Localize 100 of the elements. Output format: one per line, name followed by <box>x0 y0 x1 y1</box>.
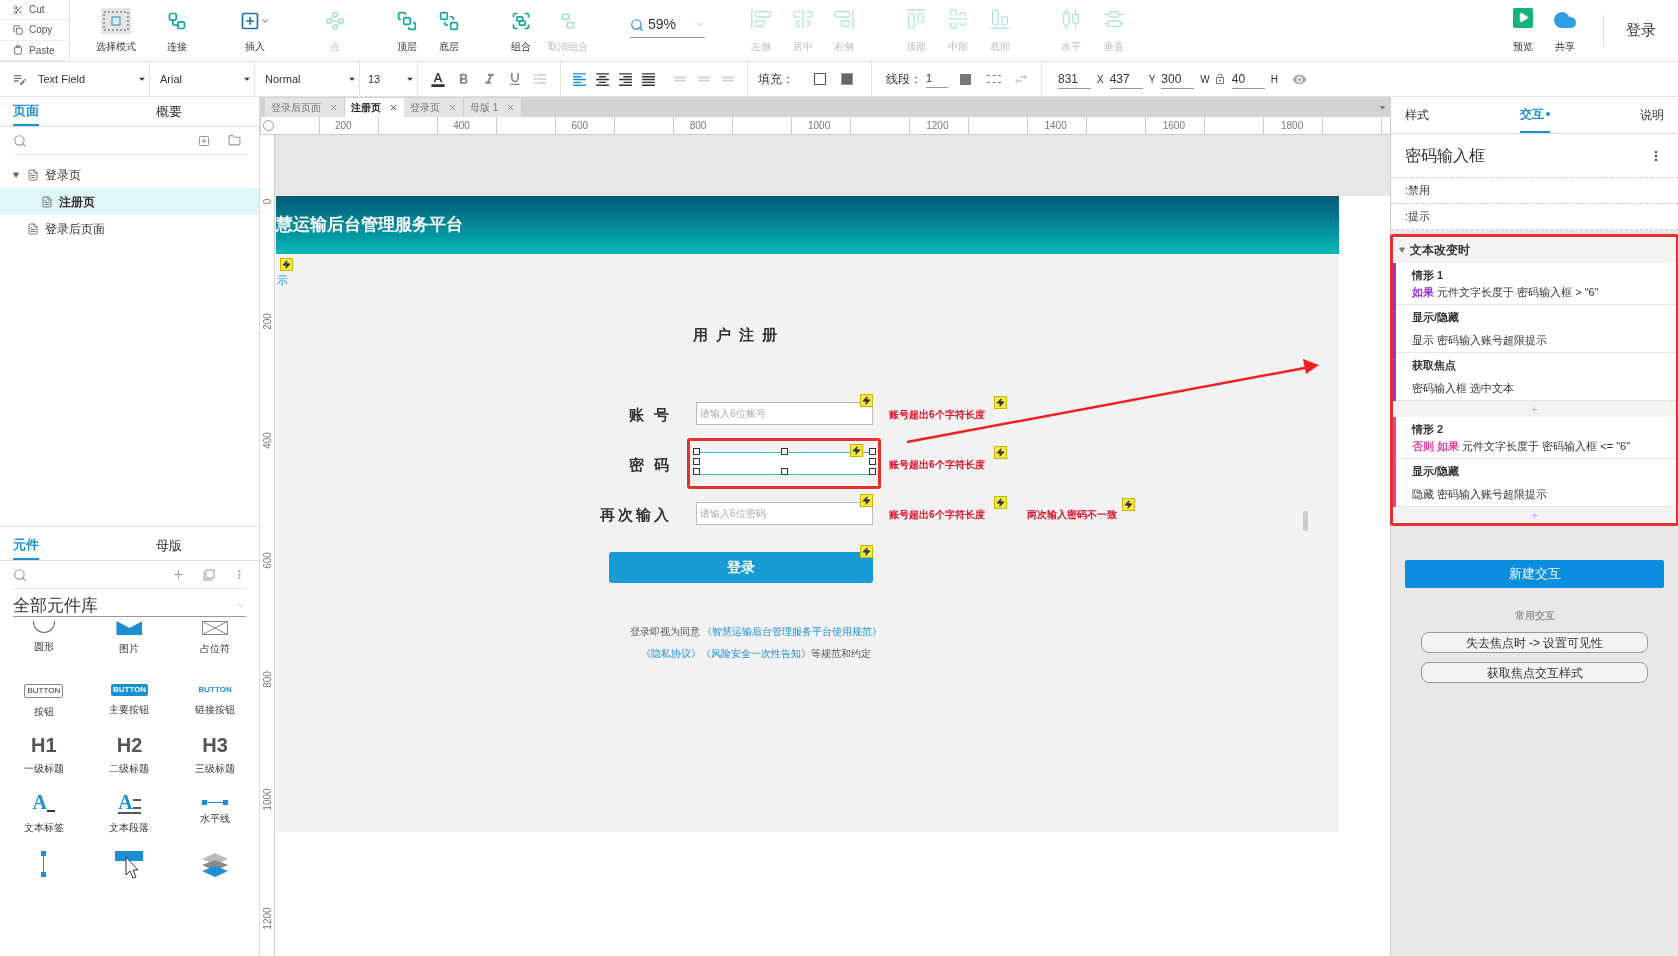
heading-icon: H1 <box>31 735 57 755</box>
error-message: 账号超出6个字符长度 <box>889 408 985 422</box>
geometry-unit: H <box>1270 72 1279 87</box>
lightning-icon[interactable] <box>994 446 1007 459</box>
text-input[interactable] <box>696 452 873 475</box>
toolbar-button[interactable]: 底层 <box>429 7 469 54</box>
state-item[interactable]: :提示 <box>1405 208 1431 225</box>
widget-label[interactable]: 占位符 <box>200 641 231 656</box>
action-detail: 隐藏 密码输入账号超限提示 <box>1412 486 1549 502</box>
case-name[interactable]: 情形 2 <box>1412 421 1660 438</box>
widget-label[interactable]: 文本段落 <box>109 820 150 835</box>
clipboard-button[interactable]: Cut <box>0 0 69 21</box>
page-item[interactable]: 注册页 <box>0 188 259 215</box>
lightning-icon[interactable] <box>860 494 873 507</box>
toolbar-button[interactable]: 顶层 <box>387 7 427 54</box>
lightning-icon[interactable] <box>860 394 873 407</box>
widget-label[interactable]: 水平线 <box>200 811 231 826</box>
fill-swatch[interactable] <box>841 73 853 85</box>
line-color-swatch[interactable] <box>960 73 971 85</box>
geometry-field[interactable]: 300 <box>1161 69 1195 89</box>
login-button[interactable]: 登录 <box>1604 19 1678 42</box>
lightning-icon[interactable] <box>1122 498 1135 511</box>
document-tab[interactable]: 注册页 <box>345 98 404 117</box>
lightning-icon[interactable] <box>850 444 863 457</box>
button-icon: BUTTON <box>110 684 149 696</box>
style-dropdown[interactable]: Normal <box>255 62 360 96</box>
document-tab[interactable]: 登录后页面 <box>265 98 345 117</box>
geometry-field[interactable]: 831 <box>1058 69 1091 89</box>
page-icon <box>27 168 39 181</box>
document-tab[interactable]: 登录页 <box>404 98 464 117</box>
inspector-tab[interactable]: 交互 <box>1519 97 1550 133</box>
event-title[interactable]: 文本改变时 <box>1410 241 1470 259</box>
field-label: 再次输入 <box>599 505 672 525</box>
widget-label[interactable]: 二级标题 <box>109 761 150 776</box>
error-message: 两次输入密码不一致 <box>1027 508 1117 522</box>
widget-label[interactable]: 按钮 <box>33 704 54 719</box>
button-icon: BUTTON <box>24 684 64 698</box>
add-icon <box>1530 510 1539 520</box>
case-name[interactable]: 情形 1 <box>1412 267 1660 284</box>
geometry-field[interactable]: 40 <box>1231 69 1265 89</box>
size-dropdown[interactable]: 13 <box>360 62 418 96</box>
page-item[interactable]: 登录后页面 <box>0 215 259 242</box>
ruler-label: 1200 <box>260 906 274 932</box>
fill-checkbox[interactable] <box>814 73 826 85</box>
resize-handle[interactable] <box>781 468 788 475</box>
panel-tab[interactable]: 母版 <box>156 531 182 560</box>
side-note: 示 <box>277 273 288 288</box>
action-title[interactable]: 显示/隐藏 <box>1412 463 1660 480</box>
lightning-icon[interactable] <box>280 258 293 271</box>
panel-tab[interactable]: 页面 <box>13 97 39 126</box>
case-keyword: 否则 如果 <box>1412 439 1460 452</box>
lightning-icon[interactable] <box>994 496 1007 509</box>
quick-action-button[interactable]: 失去焦点时 -> 设置可见性 <box>1421 632 1648 653</box>
widget-label[interactable]: 一级标题 <box>23 761 64 776</box>
share-button[interactable]: 共享 <box>1545 7 1585 54</box>
zoom-field[interactable]: 59% <box>630 14 705 38</box>
document-tab[interactable]: 母版 1 <box>464 98 523 117</box>
font-dropdown[interactable]: Arial <box>150 62 255 96</box>
lightning-icon[interactable] <box>994 396 1007 409</box>
geometry-field[interactable]: 437 <box>1109 69 1143 89</box>
clipboard-button[interactable]: Paste <box>0 40 69 61</box>
panel-tab[interactable]: 元件 <box>13 531 39 560</box>
geometry-unit: X <box>1097 72 1104 87</box>
widget-label[interactable]: 图片 <box>119 641 140 656</box>
widget-label[interactable]: 链接按钮 <box>195 702 236 717</box>
toolbar-button[interactable]: 组合 <box>501 7 541 54</box>
field-label: 密 码 <box>627 455 672 475</box>
toolbar-button[interactable]: 选择模式 <box>96 7 136 54</box>
inspector-tab[interactable]: 说明 <box>1640 97 1664 133</box>
lightning-icon[interactable] <box>860 545 873 558</box>
line-width-field[interactable]: 1 <box>926 70 948 88</box>
quick-action-button[interactable]: 获取焦点交互样式 <box>1421 662 1648 683</box>
new-interaction-button[interactable]: 新建交互 <box>1405 560 1664 588</box>
widget-label[interactable]: 三级标题 <box>195 761 236 776</box>
widget-label[interactable]: 文本标签 <box>23 820 64 835</box>
action-title[interactable]: 获取焦点 <box>1412 357 1660 374</box>
widget-label[interactable]: 主要按钮 <box>109 702 150 717</box>
page-item[interactable]: 登录页 <box>0 161 259 188</box>
panel-tab[interactable]: 概要 <box>156 97 182 126</box>
search-icon <box>630 17 644 32</box>
toolbar-button[interactable]: 插入 <box>235 7 275 54</box>
dashed-line-icon <box>987 75 1001 83</box>
action-title[interactable]: 显示/隐藏 <box>1412 309 1660 326</box>
state-item[interactable]: :禁用 <box>1405 182 1431 199</box>
error-message: 账号超出6个字符长度 <box>889 508 985 522</box>
widget-type-dropdown[interactable]: Text Field <box>0 62 150 96</box>
align-justify-icon <box>640 70 657 88</box>
ruler-label: 1000 <box>260 786 274 812</box>
resize-handle[interactable] <box>781 448 788 455</box>
preview-button[interactable]: 预览 <box>1503 7 1543 54</box>
library-dropdown[interactable]: 全部元件库 <box>13 595 246 617</box>
toolbar-button[interactable]: 连接 <box>157 7 197 54</box>
agreement-text: 等规范和约定 <box>811 647 871 661</box>
scrollbar-thumb[interactable] <box>1303 511 1308 531</box>
section-title: 常用交互 <box>1513 609 1556 623</box>
link-button-icon: BUTTON <box>198 684 232 696</box>
widget-label[interactable]: 圆形 <box>33 639 54 654</box>
align-icon <box>792 7 814 30</box>
inspector-tab[interactable]: 样式 <box>1405 97 1429 133</box>
clipboard-button[interactable]: Copy <box>0 20 69 41</box>
